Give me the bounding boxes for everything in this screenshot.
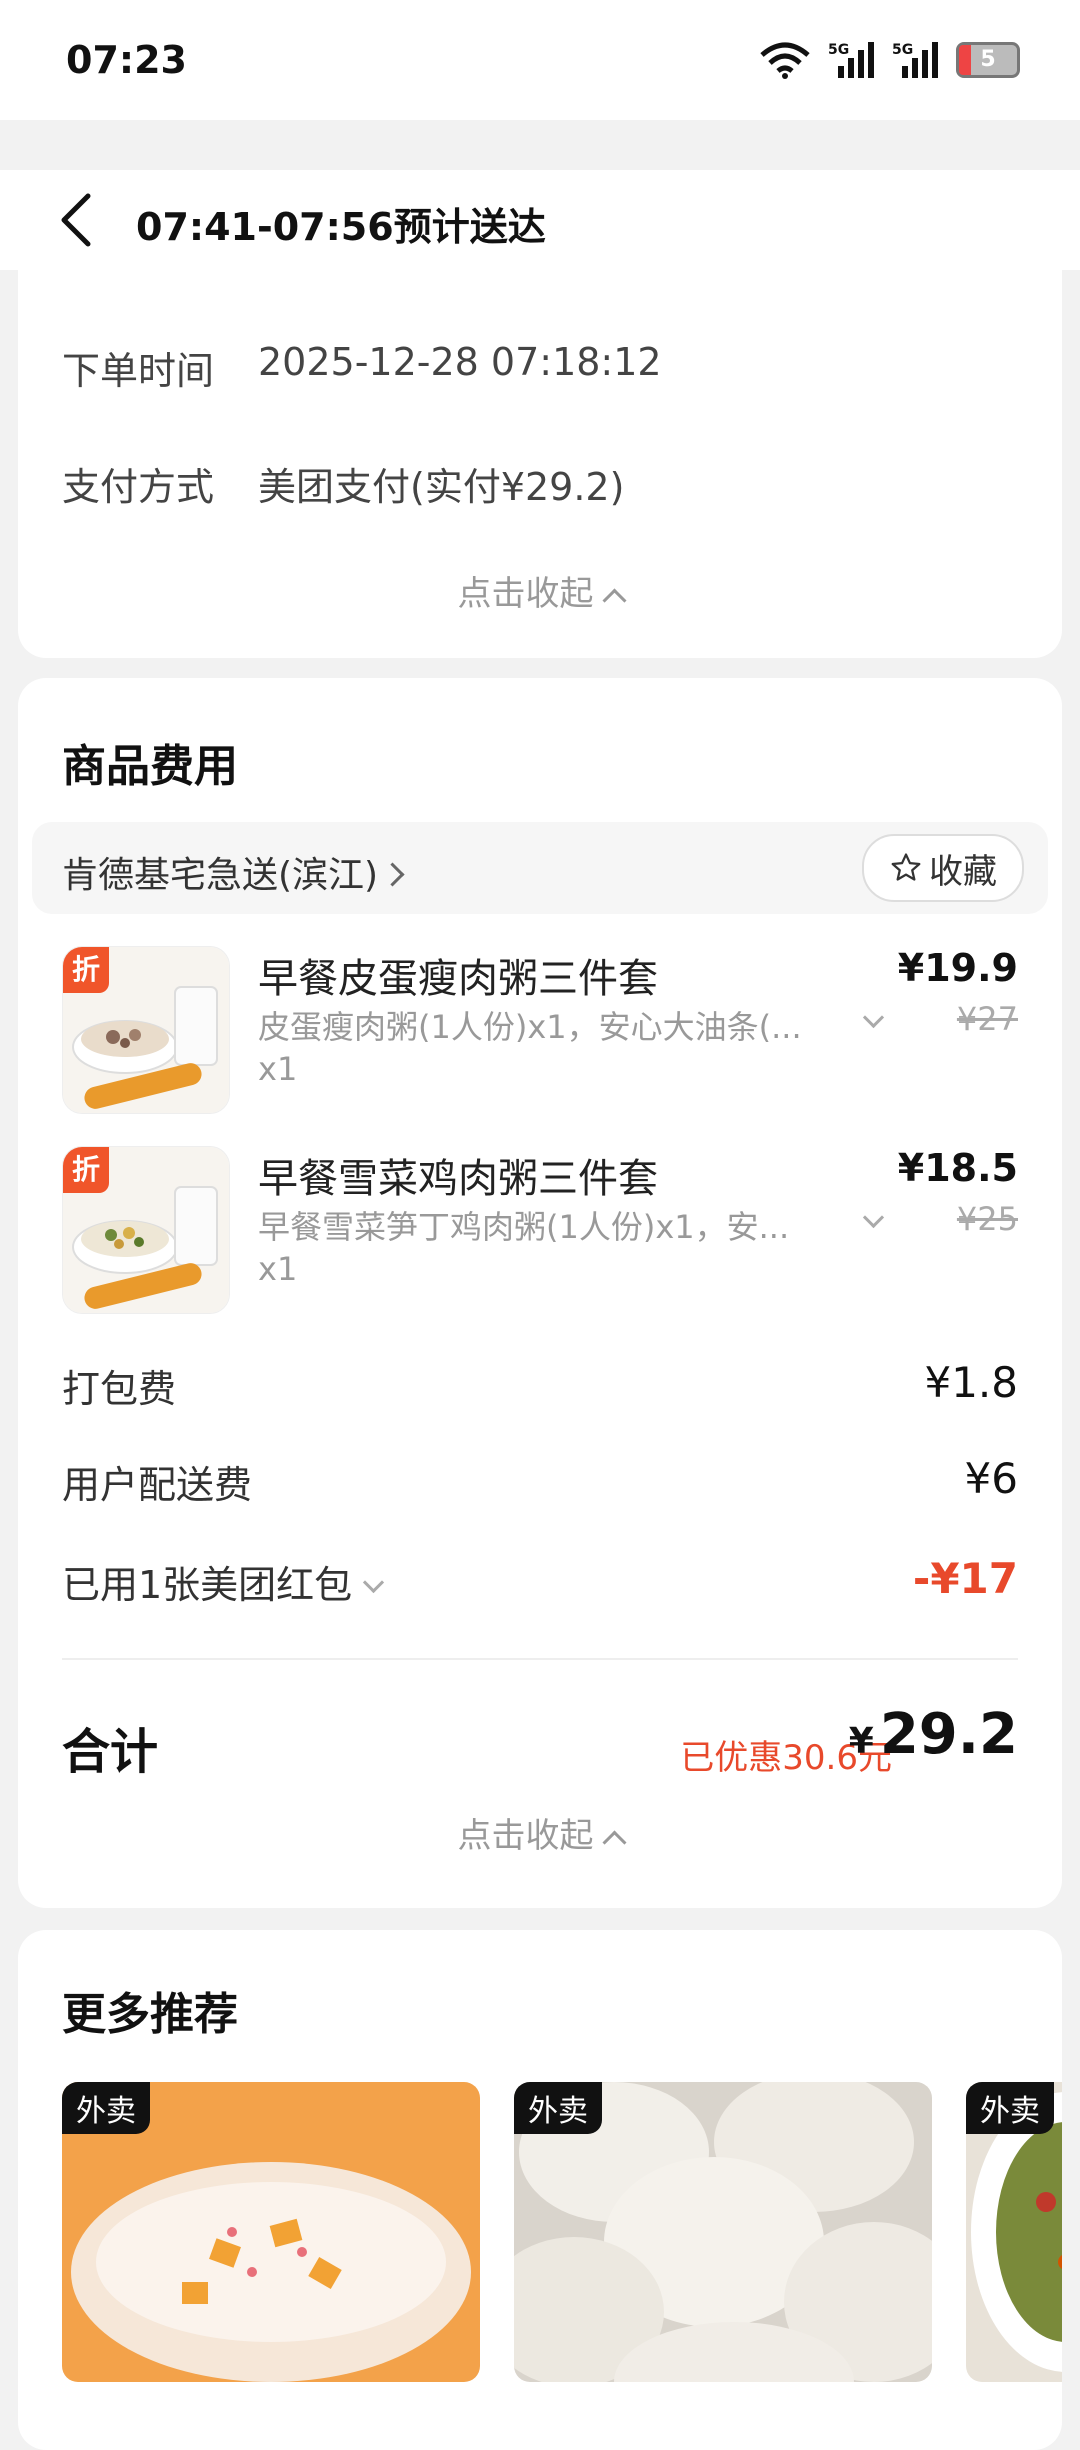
- fee-label: 打包费: [62, 1367, 177, 1411]
- discount-badge: 折: [63, 1147, 109, 1193]
- packing-fee-row: 打包费 ¥1.8: [62, 1358, 1018, 1413]
- fee-value: ¥6: [964, 1454, 1018, 1503]
- status-bar: 07:23 5G 5G 5: [0, 0, 1080, 120]
- chevron-down-icon[interactable]: [862, 1206, 885, 1229]
- collapse-button[interactable]: 点击收起: [18, 1808, 1062, 1857]
- net-label-2: 5G: [892, 42, 913, 58]
- shop-name: 肯德基宅急送(滨江): [62, 855, 379, 896]
- recommend-item[interactable]: 外卖: [966, 2082, 1062, 2382]
- order-time-value: 2025-12-28 07:18:12: [258, 340, 662, 384]
- recommend-title: 更多推荐: [62, 1989, 238, 2040]
- total-amount: ¥29.2: [849, 1702, 1018, 1767]
- collapse-button[interactable]: 点击收起: [18, 566, 1062, 615]
- item-price: ¥18.5: [897, 1146, 1018, 1190]
- costs-title: 商品费用: [62, 741, 238, 792]
- item-name: 早餐皮蛋瘦肉粥三件套: [258, 956, 658, 1002]
- chevron-up-icon: [601, 588, 627, 613]
- chevron-right-icon: [380, 862, 405, 887]
- order-time-label: 下单时间: [62, 349, 215, 393]
- collapse-label: 点击收起: [457, 1816, 594, 1856]
- signal-icon-1: 5G: [828, 42, 874, 78]
- fee-label: 已用1张美团红包: [62, 1563, 353, 1607]
- chevron-up-icon: [601, 1830, 627, 1855]
- nav-bar: 07:41-07:56预计送达: [0, 170, 1080, 270]
- battery-icon: 5: [956, 42, 1020, 78]
- item-thumbnail: 折: [62, 946, 230, 1114]
- shop-bar: 肯德基宅急送(滨江) 收藏: [32, 822, 1048, 914]
- page-title: 07:41-07:56预计送达: [136, 205, 546, 249]
- costs-card: 商品费用 肯德基宅急送(滨江) 收藏 折 早餐皮蛋瘦肉粥三件套 皮蛋瘦肉粥(1人: [18, 678, 1062, 1908]
- payment-row: 支付方式 美团支付(实付¥29.2): [62, 456, 624, 511]
- payment-value: 美团支付(实付¥29.2): [258, 465, 625, 509]
- fee-value: ¥1.8: [924, 1358, 1018, 1407]
- item-qty: x1: [258, 1250, 298, 1288]
- back-arrow-icon[interactable]: [56, 190, 96, 250]
- total-value: 29.2: [879, 1702, 1018, 1767]
- wifi-icon: [760, 42, 810, 79]
- chevron-down-icon: [363, 1571, 385, 1594]
- signal-icon-2: 5G: [892, 42, 938, 78]
- recommend-item[interactable]: 外卖: [62, 2082, 480, 2382]
- red-packet-row[interactable]: 已用1张美团红包 -¥17: [62, 1554, 1018, 1609]
- order-time-row: 下单时间 2025-12-28 07:18:12: [62, 340, 662, 395]
- fee-label: 用户配送费: [62, 1463, 253, 1507]
- status-time: 07:23: [66, 38, 187, 82]
- chevron-down-icon[interactable]: [862, 1006, 885, 1029]
- total-label: 合计: [62, 1724, 159, 1780]
- collapse-label: 点击收起: [457, 574, 594, 614]
- net-label-1: 5G: [828, 42, 849, 58]
- shop-link[interactable]: 肯德基宅急送(滨江): [62, 846, 405, 898]
- divider: [62, 1658, 1018, 1660]
- item-name: 早餐雪菜鸡肉粥三件套: [258, 1156, 658, 1202]
- delivery-fee-row: 用户配送费 ¥6: [62, 1454, 1018, 1509]
- item-original-price: ¥27: [956, 1000, 1018, 1038]
- discount-badge: 折: [63, 947, 109, 993]
- total-currency: ¥: [848, 1721, 874, 1762]
- star-icon: [891, 853, 921, 881]
- item-price: ¥19.9: [897, 946, 1018, 990]
- takeout-tag: 外卖: [514, 2082, 602, 2134]
- recommend-item[interactable]: 外卖: [514, 2082, 932, 2382]
- item-desc: 早餐雪菜笋丁鸡肉粥(1人份)x1，安...: [258, 1208, 790, 1246]
- favorite-button[interactable]: 收藏: [862, 834, 1024, 902]
- status-icons: 5G 5G 5: [758, 40, 1020, 80]
- order-item[interactable]: 折 早餐皮蛋瘦肉粥三件套 皮蛋瘦肉粥(1人份)x1，安心大油条(... x1 ¥…: [18, 946, 1062, 1116]
- recommend-card: 更多推荐 外卖 外卖 外卖: [18, 1930, 1062, 2450]
- takeout-tag: 外卖: [966, 2082, 1054, 2134]
- item-desc: 皮蛋瘦肉粥(1人份)x1，安心大油条(...: [258, 1008, 802, 1046]
- payment-label: 支付方式: [62, 465, 215, 509]
- fee-value: -¥17: [912, 1554, 1018, 1603]
- item-original-price: ¥25: [956, 1200, 1018, 1238]
- takeout-tag: 外卖: [62, 2082, 150, 2134]
- item-thumbnail: 折: [62, 1146, 230, 1314]
- order-item[interactable]: 折 早餐雪菜鸡肉粥三件套 早餐雪菜笋丁鸡肉粥(1人份)x1，安... x1 ¥1…: [18, 1146, 1062, 1316]
- item-qty: x1: [258, 1050, 298, 1088]
- battery-level: 5: [980, 47, 996, 72]
- favorite-label: 收藏: [929, 851, 997, 892]
